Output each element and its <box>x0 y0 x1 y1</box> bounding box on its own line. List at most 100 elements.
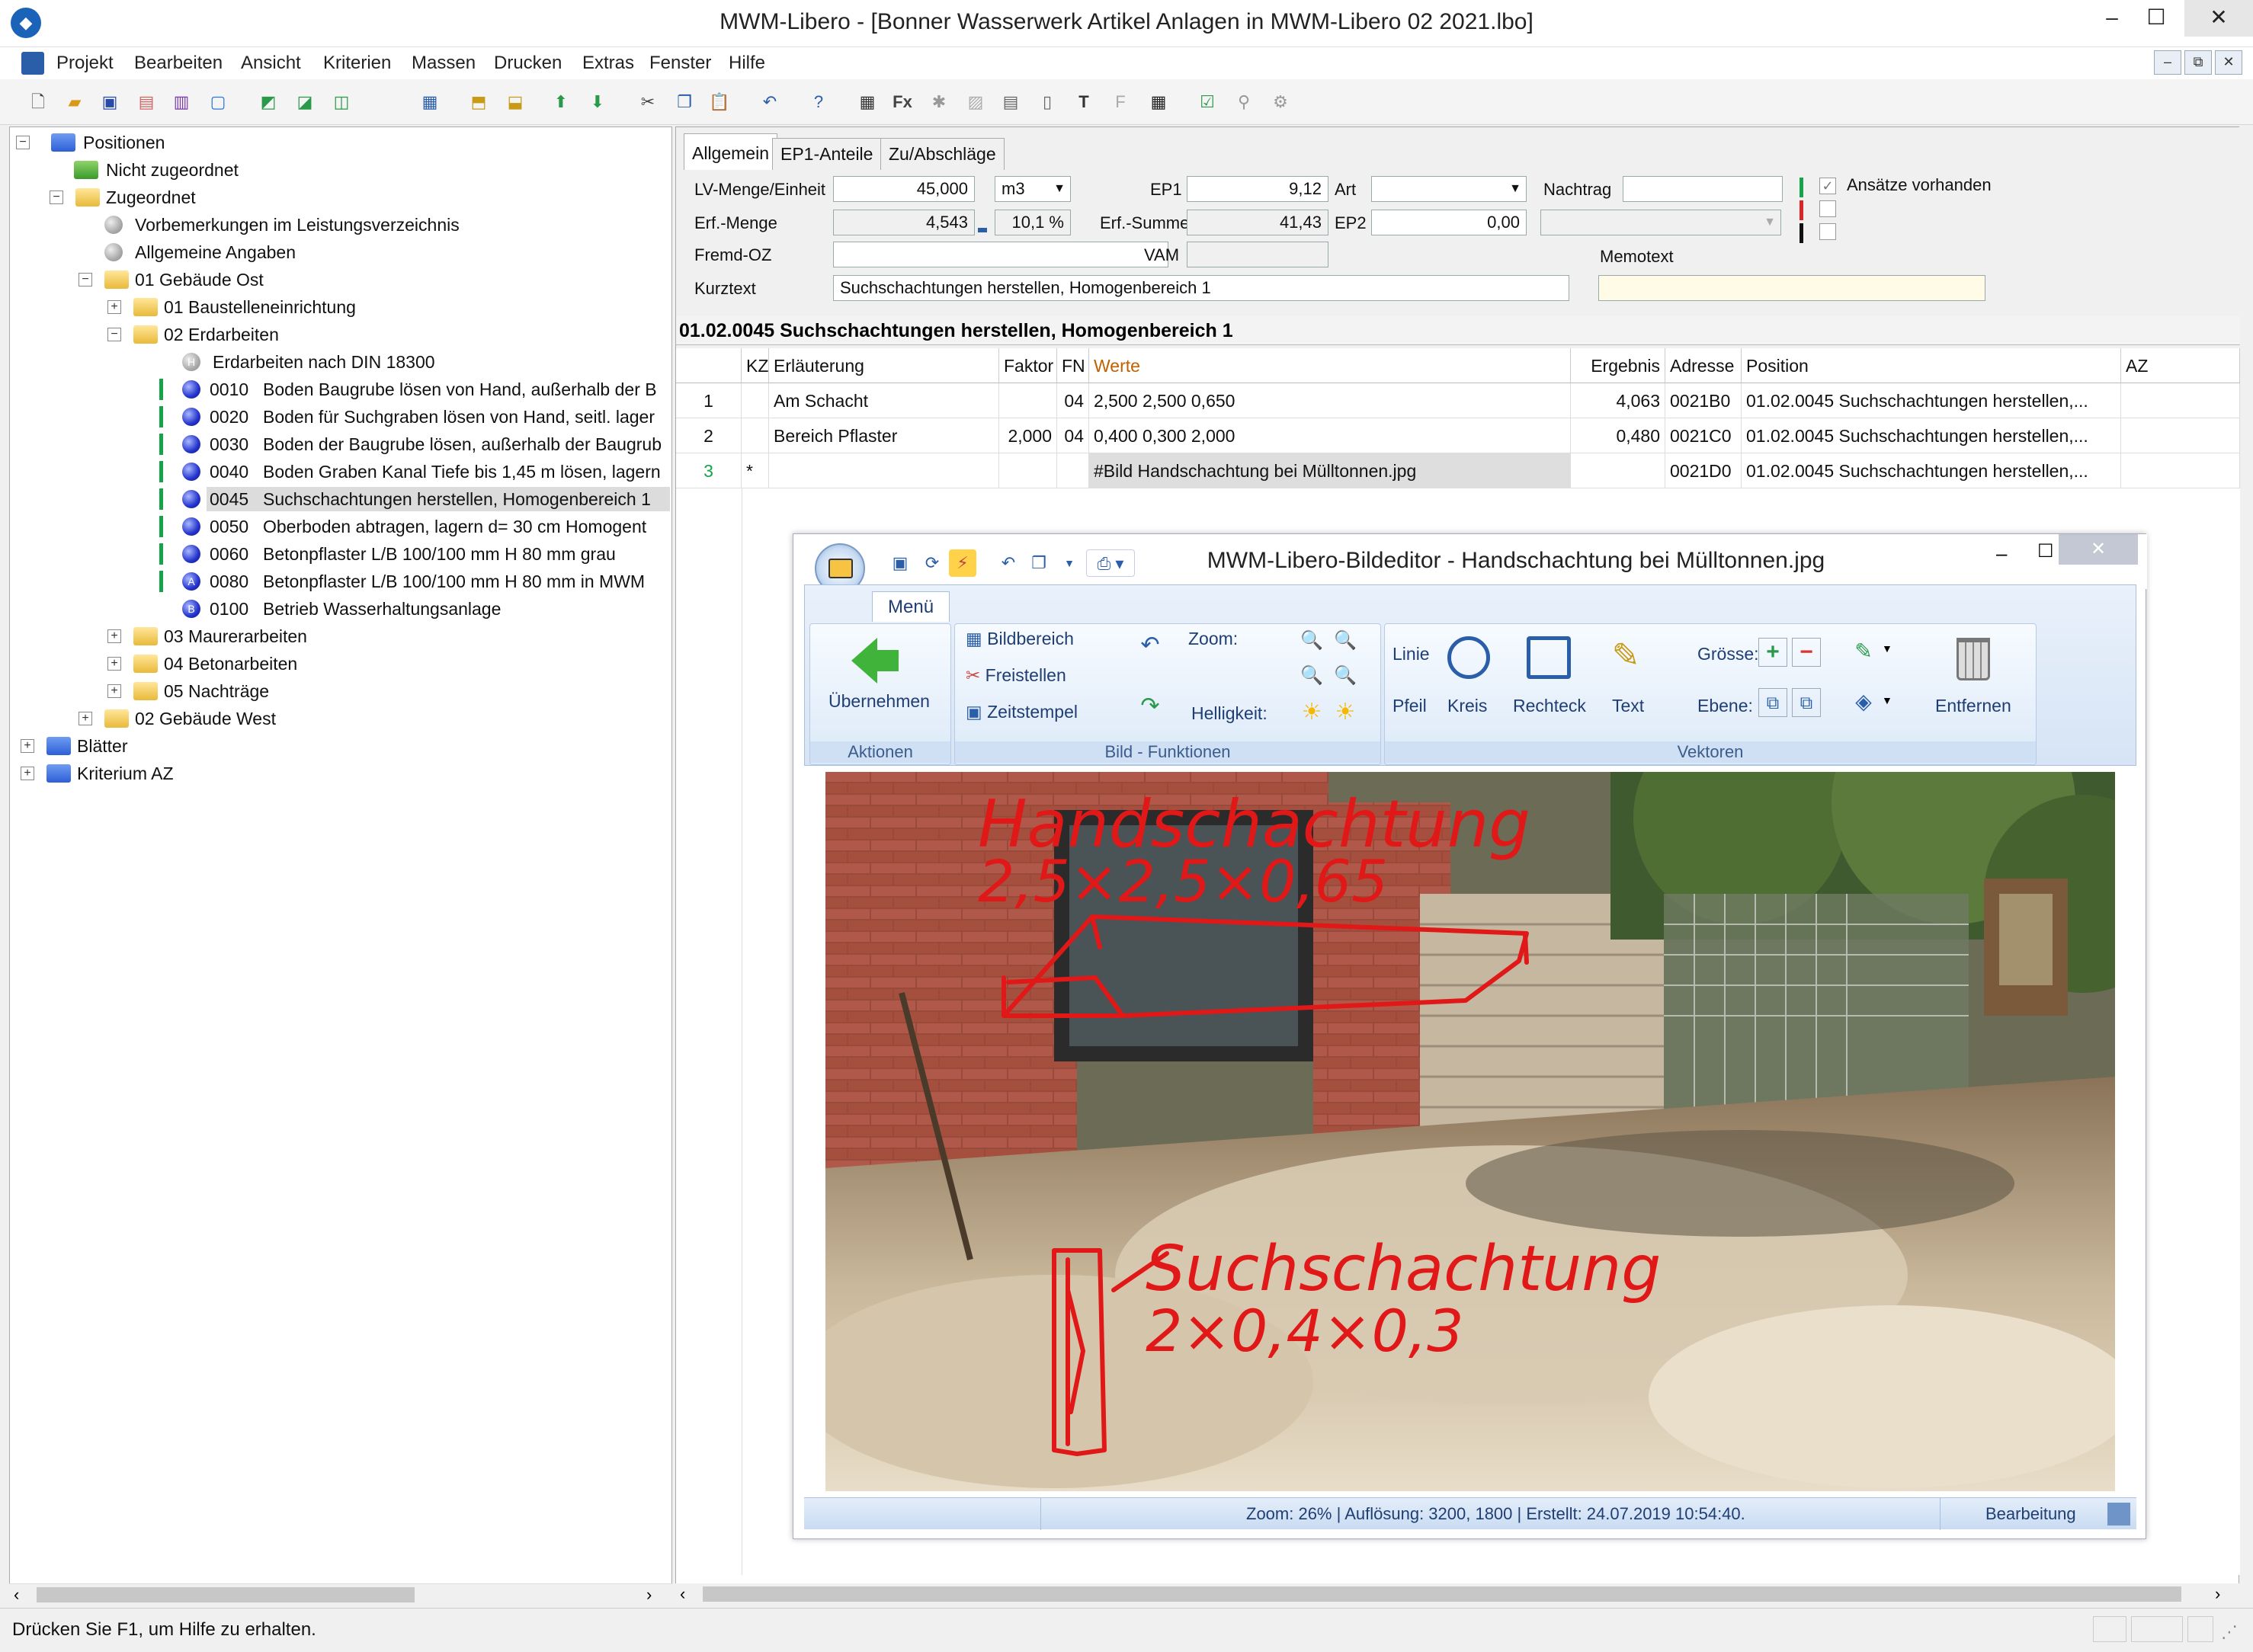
save-icon[interactable]: ▣ <box>95 87 125 117</box>
ansaetze-checkbox[interactable]: ✓ <box>1819 178 1836 194</box>
menu-bearbeiten[interactable]: Bearbeiten <box>134 50 223 76</box>
pen-color-icon[interactable]: ✎ <box>1848 636 1879 667</box>
menu-drucken[interactable]: Drucken <box>494 50 562 76</box>
tree-item-0020[interactable]: 0020 Boden für Suchgraben lösen von Hand… <box>159 403 670 431</box>
properties-icon[interactable]: ▦ <box>415 87 445 117</box>
zeitstempel-button[interactable]: ▣ Zeitstempel <box>966 702 1078 722</box>
import-icon[interactable]: ◩ <box>253 87 284 117</box>
collapse-icon[interactable]: − <box>107 328 121 341</box>
asterisk-icon[interactable]: ✱ <box>924 87 954 117</box>
library-icon[interactable]: ▥ <box>166 87 197 117</box>
paste-icon[interactable]: 📋 <box>704 87 735 117</box>
help-icon[interactable]: ? <box>803 87 834 117</box>
calculator-icon[interactable]: ▦ <box>852 87 883 117</box>
menu-kriterien[interactable]: Kriterien <box>323 50 391 76</box>
maximize-button[interactable]: ☐ <box>2122 0 2191 37</box>
layer-front-icon[interactable]: ⧉ <box>1792 688 1821 717</box>
scrollbar-thumb[interactable] <box>703 1586 2181 1602</box>
cut-icon[interactable]: ✂ <box>633 87 663 117</box>
chevron-down-icon[interactable]: ▼ <box>1882 642 1892 655</box>
zoom-fit-icon[interactable]: 🔍 <box>1296 661 1327 691</box>
column-header-az[interactable]: AZ <box>2121 348 2240 383</box>
move-down-icon[interactable]: ⬇ <box>582 87 613 117</box>
undo-icon[interactable]: ↶ <box>755 87 785 117</box>
table-icon[interactable]: ▦ <box>1143 87 1174 117</box>
zoom-in-icon[interactable]: 🔍 <box>1296 626 1327 656</box>
insert-up-icon[interactable]: ⬒ <box>463 87 494 117</box>
expand-icon[interactable]: + <box>107 684 121 698</box>
tree-item-0045-selected[interactable]: 0045 Suchschachtungen herstellen, Homoge… <box>159 485 670 513</box>
scrollbar-thumb[interactable] <box>37 1587 415 1602</box>
tab-zu-abschlaege[interactable]: Zu/Abschläge <box>880 138 1005 170</box>
move-up-icon[interactable]: ⬆ <box>546 87 576 117</box>
settings-icon[interactable]: ⚙ <box>1265 87 1296 117</box>
scroll-left-icon[interactable]: ‹ <box>14 1584 19 1606</box>
chevron-down-icon[interactable]: ▼ <box>1882 694 1892 706</box>
column-header-erlaeuterung[interactable]: Erläuterung <box>769 348 999 383</box>
document-edit-icon[interactable]: ▤ <box>995 87 1026 117</box>
tree-item-0080[interactable]: A 0080 Betonpflaster L/B 100/100 mm H 80… <box>159 568 670 595</box>
new-icon[interactable]: 🗋 <box>23 87 53 117</box>
zoom-actual-icon[interactable]: 🔍 <box>1330 661 1360 691</box>
bildbereich-button[interactable]: ▦ Bildbereich <box>966 629 1074 649</box>
zoom-out-icon[interactable]: 🔍 <box>1330 626 1360 656</box>
editor-close-button[interactable]: ✕ <box>2059 534 2138 565</box>
checkbox-3[interactable] <box>1819 223 1836 240</box>
uebernehmen-button[interactable]: Übernehmen <box>828 691 930 712</box>
tree-horizontal-scrollbar[interactable]: ‹ › <box>9 1583 672 1605</box>
rotate-left-icon[interactable]: ↶ <box>1135 630 1165 661</box>
column-header-faktor[interactable]: Faktor <box>999 348 1057 383</box>
window-icon[interactable]: ▢ <box>203 87 233 117</box>
editor-maximize-button[interactable]: ☐ <box>2037 540 2054 562</box>
size-increase-icon[interactable]: + <box>1758 638 1787 667</box>
fremd-oz-field[interactable] <box>833 242 1168 267</box>
search-icon[interactable]: ⚲ <box>1229 87 1259 117</box>
brightness-down-icon[interactable]: ☀ <box>1296 697 1327 728</box>
pfeil-button[interactable]: Pfeil <box>1393 696 1427 716</box>
mdi-restore-button[interactable]: ⧉ <box>2184 50 2212 75</box>
linie-button[interactable]: Linie <box>1393 644 1430 664</box>
collapse-icon[interactable]: − <box>50 190 63 204</box>
scroll-right-icon[interactable]: › <box>2215 1583 2220 1605</box>
collapse-icon[interactable]: − <box>16 136 30 149</box>
table-row[interactable]: 2 Bereich Pflaster 2,000 04 0,400 0,300 … <box>676 418 2240 453</box>
subscript-icon[interactable]: F <box>1105 87 1136 117</box>
expand-icon[interactable]: + <box>107 300 121 314</box>
nachtrag-field[interactable] <box>1623 176 1783 202</box>
menu-hilfe[interactable]: Hilfe <box>729 50 765 76</box>
freistellen-button[interactable]: ✂ Freistellen <box>966 665 1066 686</box>
entfernen-button[interactable]: Entfernen <box>1935 696 2011 716</box>
open-icon[interactable]: ▰ <box>59 87 90 117</box>
tree-item-0030[interactable]: 0030 Boden der Baugrube lösen, außerhalb… <box>159 431 670 458</box>
lv-menge-field[interactable]: 45,000 <box>833 176 975 202</box>
einheit-select[interactable]: m3 ▼ <box>995 176 1071 202</box>
tree-item-0040[interactable]: 0040 Boden Graben Kanal Tiefe bis 1,45 m… <box>159 458 670 485</box>
tab-allgemein[interactable]: Allgemein <box>684 133 777 171</box>
menu-fenster[interactable]: Fenster <box>649 50 711 76</box>
rotate-right-icon[interactable]: ↷ <box>1135 691 1165 722</box>
memotext-field[interactable] <box>1598 275 1985 301</box>
image-icon[interactable]: ▨ <box>960 87 991 117</box>
tree-item-0060[interactable]: 0060 Betonpflaster L/B 100/100 mm H 80 m… <box>159 540 670 568</box>
insert-down-icon[interactable]: ⬓ <box>500 87 530 117</box>
brightness-up-icon[interactable]: ☀ <box>1330 697 1360 728</box>
column-header-werte[interactable]: Werte <box>1089 348 1571 383</box>
copy-icon[interactable]: ❐ <box>669 87 700 117</box>
expand-icon[interactable]: + <box>107 657 121 671</box>
mdi-close-button[interactable]: ✕ <box>2215 50 2242 75</box>
expand-icon[interactable]: + <box>79 712 92 725</box>
table-row[interactable]: 1 Am Schacht 04 2,500 2,500 0,650 4,063 … <box>676 383 2240 418</box>
tab-ep1-anteile[interactable]: EP1-Anteile <box>772 138 882 170</box>
kurztext-field[interactable]: Suchschachtungen herstellen, Homogenbere… <box>833 275 1569 301</box>
selected-cell[interactable]: #Bild Handschachtung bei Mülltonnen.jpg <box>1089 453 1571 488</box>
expand-icon[interactable]: + <box>107 629 121 643</box>
tab-menu[interactable]: Menü <box>872 591 950 622</box>
layer-back-icon[interactable]: ⧉ <box>1758 688 1787 717</box>
collapse-icon[interactable]: − <box>79 273 92 287</box>
menu-extras[interactable]: Extras <box>582 50 634 76</box>
text-button[interactable]: Text <box>1612 696 1644 716</box>
editor-minimize-button[interactable]: – <box>1996 542 2007 565</box>
menu-projekt[interactable]: Projekt <box>56 50 114 76</box>
menu-ansicht[interactable]: Ansicht <box>241 50 301 76</box>
check-icon[interactable]: ☑ <box>1192 87 1223 117</box>
